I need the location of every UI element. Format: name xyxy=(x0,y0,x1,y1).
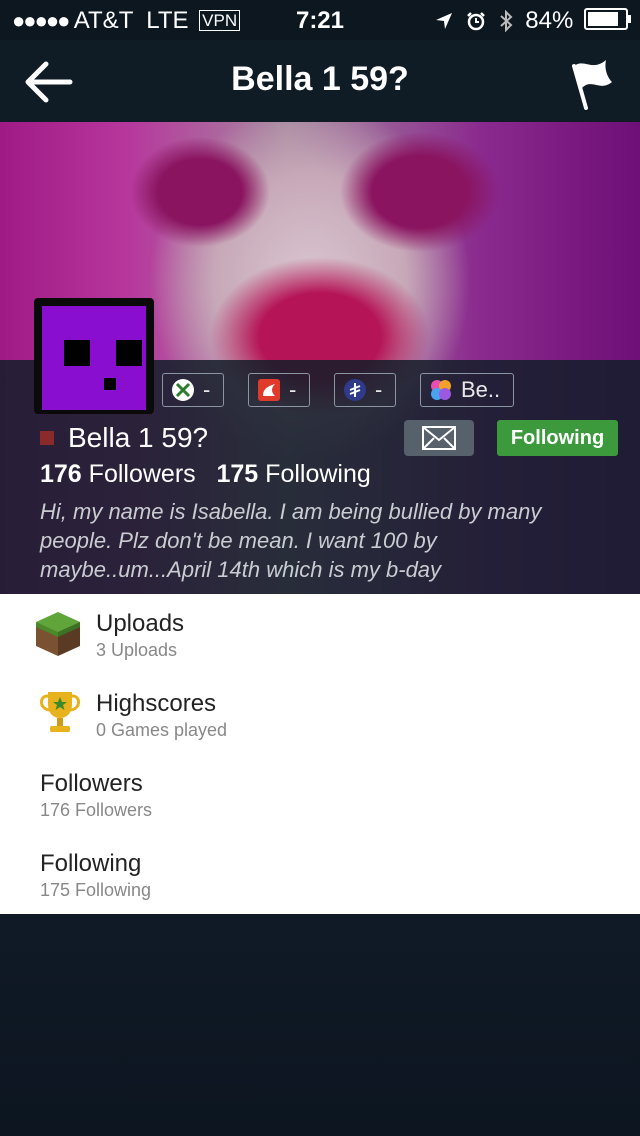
followers-label: Followers xyxy=(88,460,196,488)
status-dot xyxy=(40,431,54,445)
service-label: - xyxy=(289,377,297,402)
avatar-mouth xyxy=(104,378,116,390)
following-count: 175 xyxy=(216,460,259,488)
status-bar: ●●●●● AT&T LTE VPN 7:21 84% xyxy=(0,0,640,40)
list-item-subtitle: 3 Uploads xyxy=(96,640,178,660)
page-title: Bella 1 59? xyxy=(231,60,409,98)
followers-count: 176 xyxy=(40,460,82,488)
profile-bio: Hi, my name is Isabella. I am being bull… xyxy=(40,499,542,582)
following-label: Following xyxy=(265,460,371,488)
list-item-highscores[interactable]: Highscores 0 Games played xyxy=(0,674,640,754)
bluetooth-icon xyxy=(499,9,513,33)
list-item-title: Following xyxy=(40,850,142,877)
list-item-uploads[interactable]: Uploads 3 Uploads xyxy=(0,594,640,674)
list-item-subtitle: 0 Games played xyxy=(96,720,228,740)
following-button[interactable]: Following xyxy=(497,420,618,456)
xbox-icon xyxy=(172,379,194,401)
app-store-icon xyxy=(258,379,280,401)
minecraft-block-icon xyxy=(36,612,80,656)
profile-name-row: Bella 1 59? xyxy=(40,422,208,454)
avatar-face xyxy=(42,306,146,410)
status-right: 84% xyxy=(435,7,631,35)
battery-icon xyxy=(584,8,631,30)
avatar-eye-right xyxy=(116,340,142,366)
service-label: - xyxy=(203,377,211,402)
trophy-icon xyxy=(40,692,80,732)
list-item-title: Followers xyxy=(40,770,143,797)
profile-name: Bella 1 59? xyxy=(68,422,209,453)
service-app-store[interactable]: - xyxy=(248,373,310,407)
service-game-center[interactable]: Be.. xyxy=(420,373,514,407)
background-area xyxy=(0,914,640,1136)
follow-counts: 176 Followers 175 Following xyxy=(40,460,371,489)
message-button[interactable] xyxy=(404,420,474,456)
list-item-following[interactable]: Following 175 Following xyxy=(0,834,640,914)
profile-menu-list: Uploads 3 Uploads Highscores 0 Games pla… xyxy=(0,594,640,914)
list-item-title: Uploads xyxy=(96,610,185,637)
service-xbox[interactable]: - xyxy=(162,373,224,407)
list-item-subtitle: 175 Following xyxy=(40,880,152,900)
list-item-subtitle: 176 Followers xyxy=(40,800,153,820)
location-icon xyxy=(436,13,453,29)
alarm-icon xyxy=(467,12,485,31)
flag-icon[interactable] xyxy=(566,54,614,110)
list-item-followers[interactable]: Followers 176 Followers xyxy=(0,754,640,834)
game-center-icon xyxy=(431,380,451,400)
battery-percent: 84% xyxy=(525,7,574,34)
navigation-bar: Bella 1 59? xyxy=(0,40,640,122)
avatar[interactable] xyxy=(34,298,154,414)
playstation-icon xyxy=(344,379,366,401)
list-item-title: Highscores xyxy=(96,690,217,717)
envelope-icon xyxy=(422,426,456,450)
service-playstation[interactable]: - xyxy=(334,373,396,407)
service-label: Be.. xyxy=(461,377,501,402)
service-label: - xyxy=(375,377,383,402)
avatar-eye-left xyxy=(64,340,90,366)
